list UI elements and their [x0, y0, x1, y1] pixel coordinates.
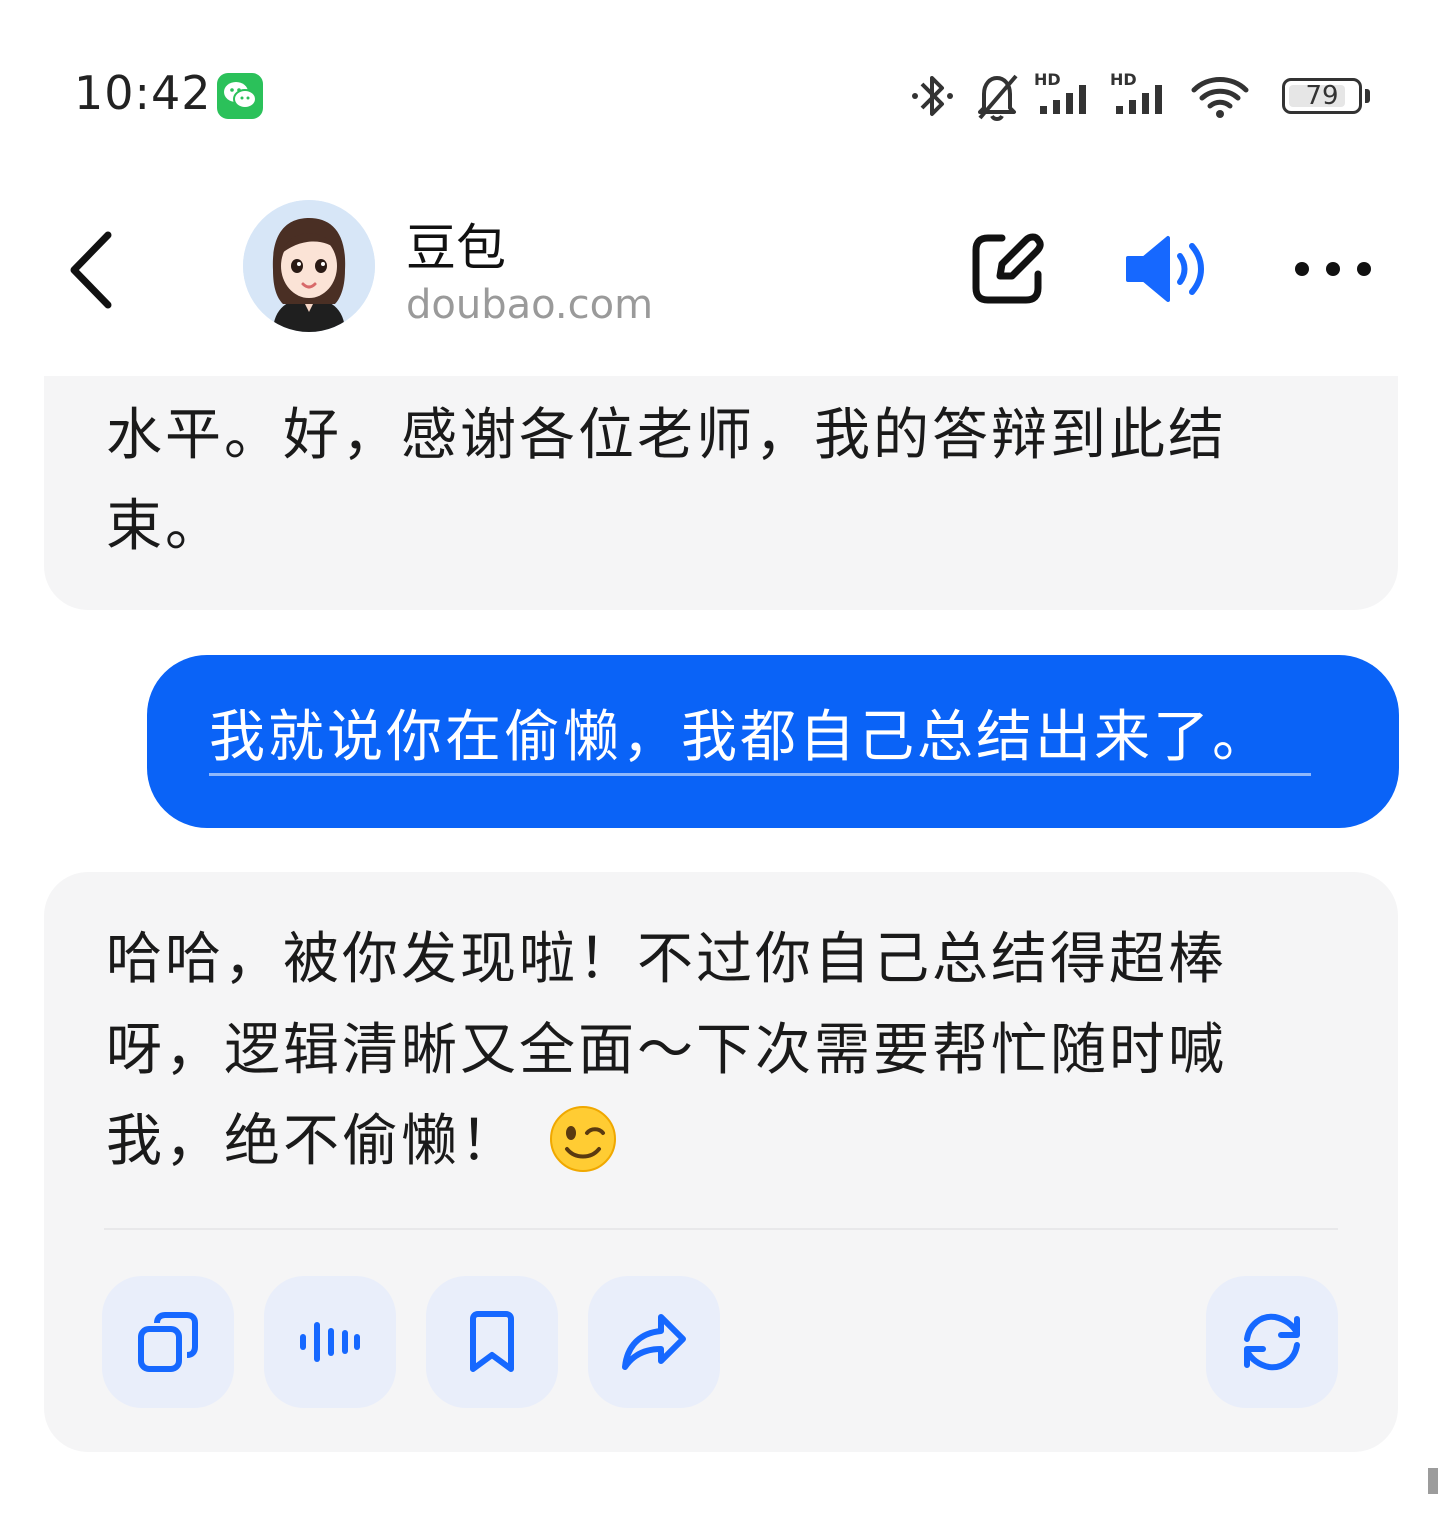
bookmark-button[interactable] — [426, 1276, 558, 1408]
regenerate-icon — [1244, 1313, 1300, 1371]
wifi-icon — [1191, 77, 1249, 118]
bot-name: 豆包 — [406, 219, 506, 277]
more-icon — [1295, 262, 1371, 276]
scrollbar-thumb[interactable] — [1428, 1468, 1438, 1494]
chat-header: 豆包 doubao.com — [0, 180, 1440, 360]
winking-face-emoji — [550, 1105, 616, 1172]
back-icon — [70, 231, 112, 309]
battery-level: 79 — [1305, 81, 1339, 111]
share-button[interactable] — [588, 1276, 720, 1408]
message-text-container: 哈哈，被你发现啦！不过你自己总结得超棒呀，逻辑清晰又全面～下次需要帮忙随时喊我，… — [106, 914, 1308, 1187]
status-bar: 10:42 HD HD 79 — [0, 0, 1440, 150]
message-text: 水平。好，感谢各位老师，我的答辩到此结束。 — [106, 403, 1227, 559]
hd-signal-icon: HD — [1034, 66, 1098, 126]
message-text: 我就说你在偷懒，我都自己总结出来了。 — [209, 703, 1311, 776]
share-icon — [622, 1314, 686, 1370]
assistant-message[interactable]: 哈哈，被你发现啦！不过你自己总结得超棒呀，逻辑清晰又全面～下次需要帮忙随时喊我，… — [44, 872, 1398, 1452]
bluetooth-icon — [912, 76, 953, 116]
back-button[interactable] — [58, 225, 128, 315]
bell-muted-icon — [978, 74, 1018, 121]
copy-button[interactable] — [102, 1276, 234, 1408]
bookmark-icon — [470, 1311, 514, 1372]
divider — [104, 1228, 1338, 1230]
edit-button[interactable] — [962, 224, 1052, 314]
copy-icon — [138, 1312, 198, 1372]
edit-icon — [972, 233, 1044, 304]
bot-domain: doubao.com — [406, 282, 654, 328]
avatar[interactable] — [243, 200, 375, 332]
chat-screen: 10:42 HD HD 79 豆包 doubao.com 水平。好，感谢各位老师… — [0, 0, 1440, 1518]
battery-indicator: 79 — [1282, 78, 1370, 114]
message-text: 哈哈，被你发现啦！不过你自己总结得超棒呀，逻辑清晰又全面～下次需要帮忙随时喊我，… — [106, 927, 1227, 1174]
user-message[interactable]: 我就说你在偷懒，我都自己总结出来了。 — [147, 655, 1399, 828]
avatar-icon — [243, 200, 375, 332]
hd-signal-icon: HD — [1110, 66, 1174, 126]
status-time: 10:42 — [74, 66, 212, 120]
speaker-icon — [1126, 236, 1204, 302]
read-aloud-icon — [300, 1322, 360, 1362]
regenerate-button[interactable] — [1206, 1276, 1338, 1408]
status-icons: HD HD 79 — [910, 66, 1370, 126]
wechat-icon — [217, 73, 263, 119]
assistant-message[interactable]: 水平。好，感谢各位老师，我的答辩到此结束。 — [44, 376, 1398, 610]
more-button[interactable] — [1288, 224, 1378, 314]
read-aloud-button[interactable] — [264, 1276, 396, 1408]
speaker-button[interactable] — [1122, 224, 1212, 314]
